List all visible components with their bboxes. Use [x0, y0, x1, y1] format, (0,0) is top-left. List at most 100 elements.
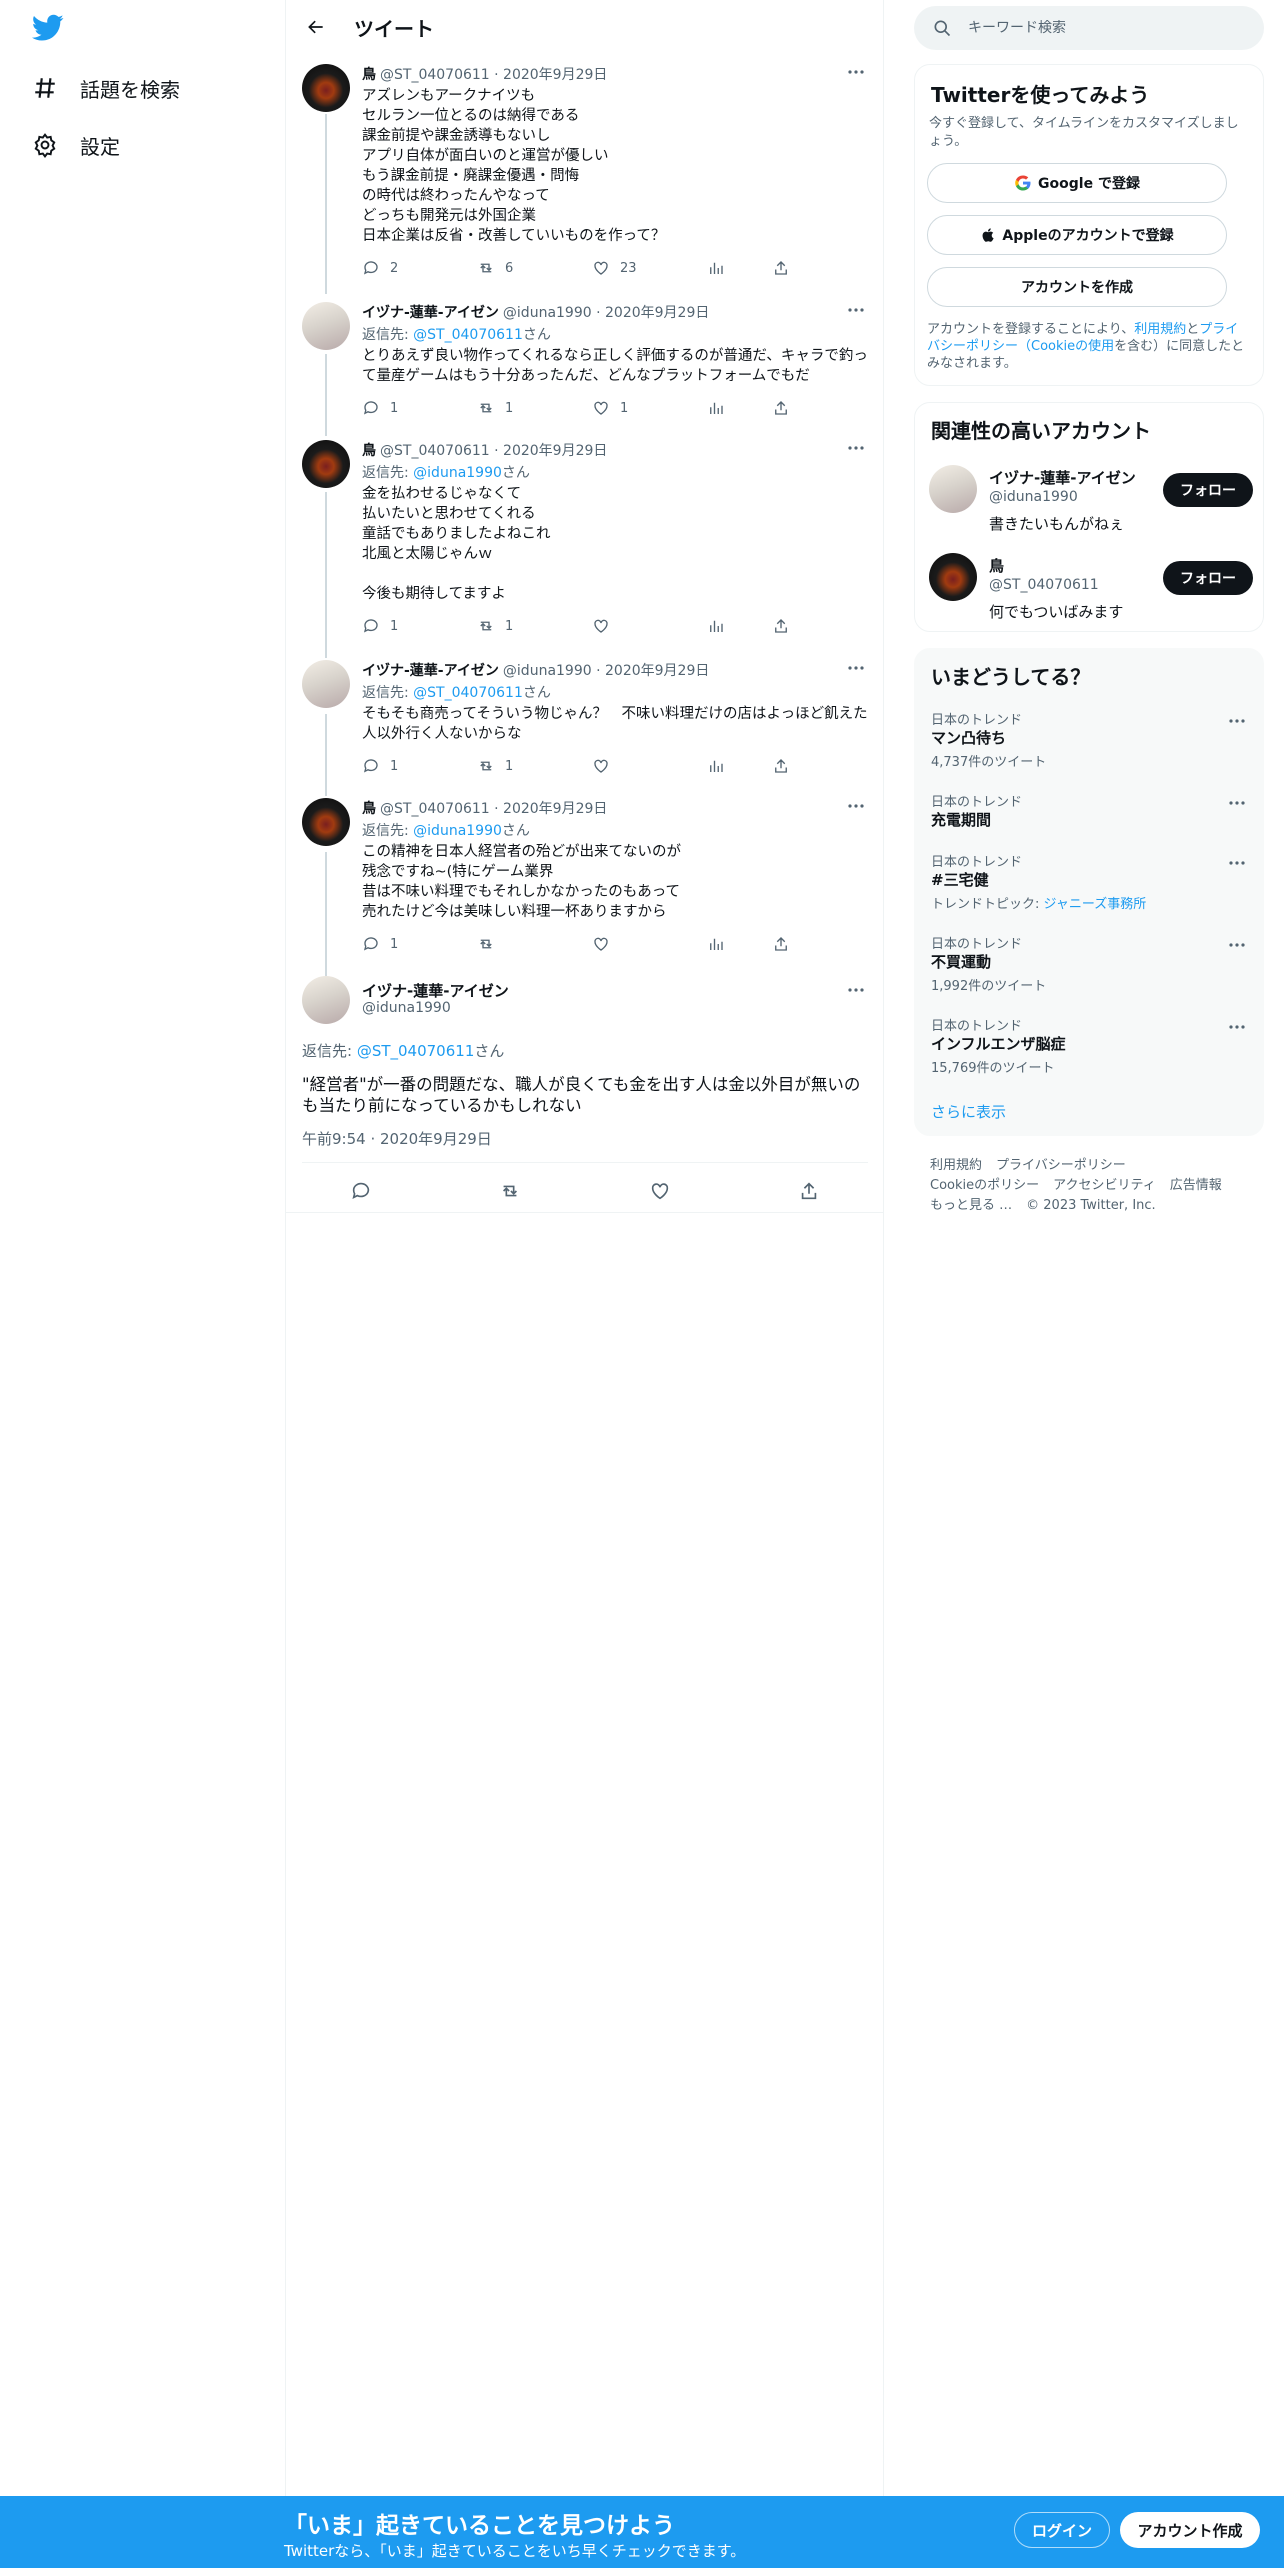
search-box[interactable] [914, 6, 1264, 50]
retweet-button[interactable] [490, 1171, 530, 1211]
follow-button[interactable]: フォロー [1163, 473, 1253, 507]
mention-link[interactable]: @ST_04070611 [413, 327, 523, 343]
avatar[interactable] [302, 64, 350, 112]
show-more-link[interactable]: さらに表示 [931, 1101, 1006, 1122]
account-name[interactable]: 鳥 [989, 555, 1004, 576]
like-button[interactable]: 23 [592, 258, 662, 278]
more-icon[interactable] [844, 658, 868, 678]
mention-link[interactable]: @iduna1990 [413, 465, 502, 481]
retweet-button[interactable]: 1 [477, 616, 547, 636]
avatar[interactable] [302, 660, 350, 708]
reply-button[interactable]: 1 [362, 934, 432, 954]
analytics-button[interactable] [707, 398, 727, 418]
avatar[interactable] [302, 798, 350, 846]
more-icon[interactable] [1225, 711, 1249, 731]
thread-tweet[interactable]: イヅナ-蓮華-アイゼン @iduna1990 · 2020年9月29日 返信先:… [286, 660, 884, 782]
login-button[interactable]: ログイン [1014, 2512, 1110, 2548]
more-icon[interactable] [1225, 935, 1249, 955]
tweet-actions: 1 1 1 [362, 398, 792, 418]
nav-item-explore[interactable]: 話題を検索 [30, 66, 180, 110]
avatar[interactable] [302, 302, 350, 350]
google-signup-button[interactable]: Google で登録 [927, 163, 1227, 203]
trend-item[interactable]: 日本のトレンド 不買運動 1,992件のツイート [931, 933, 1249, 1003]
mention-link[interactable]: @ST_04070611 [357, 1042, 475, 1060]
thread-tweet[interactable]: 鳥 @ST_04070611 · 2020年9月29日 アズレンもアークナイツも… [286, 64, 884, 284]
more-icon[interactable] [844, 300, 868, 320]
reply-button[interactable]: 2 [362, 258, 432, 278]
author-meta: @ST_04070611 · 2020年9月29日 [380, 443, 608, 459]
footer-link-more[interactable]: もっと見る … [930, 1198, 1012, 1213]
author-name[interactable]: イヅナ-蓮華-アイゼン [362, 660, 499, 680]
avatar[interactable] [929, 465, 977, 513]
trend-count: 15,769件のツイート [931, 1061, 1055, 1076]
reply-button[interactable] [341, 1171, 381, 1211]
author-name[interactable]: 鳥 [362, 440, 376, 460]
more-icon[interactable] [844, 62, 868, 82]
retweet-button[interactable]: 1 [477, 756, 547, 776]
tweet-header: イヅナ-蓮華-アイゼン @iduna1990 · 2020年9月29日 [362, 660, 868, 680]
analytics-button[interactable] [707, 258, 727, 278]
share-button[interactable] [772, 398, 792, 418]
tweet-timestamp[interactable]: 午前9:54 · 2020年9月29日 [302, 1128, 492, 1149]
share-button[interactable] [772, 756, 792, 776]
thread-tweet[interactable]: 鳥 @ST_04070611 · 2020年9月29日 返信先: @iduna1… [286, 440, 884, 642]
share-button[interactable] [772, 934, 792, 954]
account-name[interactable]: イヅナ-蓮華-アイゼン [989, 467, 1136, 488]
more-icon[interactable] [1225, 853, 1249, 873]
mention-link[interactable]: @ST_04070611 [413, 685, 523, 701]
reply-button[interactable]: 1 [362, 616, 432, 636]
twitter-logo-icon[interactable] [32, 14, 64, 42]
footer-link-ads[interactable]: 広告情報 [1170, 1178, 1222, 1193]
author-handle[interactable]: @iduna1990 [362, 1000, 451, 1016]
more-icon[interactable] [844, 796, 868, 816]
like-button[interactable] [592, 934, 662, 954]
analytics-button[interactable] [707, 616, 727, 636]
mention-link[interactable]: @iduna1990 [413, 823, 502, 839]
footer-link-terms[interactable]: 利用規約 [930, 1158, 982, 1173]
footer-link-accessibility[interactable]: アクセシビリティ [1053, 1178, 1156, 1193]
analytics-button[interactable] [707, 756, 727, 776]
share-button[interactable] [772, 616, 792, 636]
create-account-button[interactable]: アカウントを作成 [927, 267, 1227, 307]
footer-link-privacy[interactable]: プライバシーポリシー [996, 1158, 1126, 1173]
retweet-button[interactable] [477, 934, 547, 954]
author-name[interactable]: イヅナ-蓮華-アイゼン [362, 302, 499, 322]
apple-signup-button[interactable]: Appleのアカウントで登録 [927, 215, 1227, 255]
avatar[interactable] [302, 976, 350, 1024]
analytics-button[interactable] [707, 934, 727, 954]
signup-button[interactable]: アカウント作成 [1120, 2512, 1260, 2548]
back-button[interactable] [298, 9, 334, 45]
author-name[interactable]: 鳥 [362, 64, 376, 84]
account-item[interactable]: イヅナ-蓮華-アイゼン @iduna1990 書きたいもんがねぇ フォロー [929, 465, 1253, 537]
trend-item[interactable]: 日本のトレンド インフルエンザ脳症 15,769件のツイート [931, 1015, 1249, 1085]
like-button[interactable] [640, 1171, 680, 1211]
follow-button[interactable]: フォロー [1163, 561, 1253, 595]
share-button[interactable] [789, 1171, 829, 1211]
more-icon[interactable] [1225, 1017, 1249, 1037]
footer-link-cookies[interactable]: Cookieのポリシー [930, 1178, 1039, 1193]
reply-button[interactable]: 1 [362, 756, 432, 776]
search-input[interactable] [968, 20, 1248, 36]
avatar[interactable] [302, 440, 350, 488]
retweet-button[interactable]: 6 [477, 258, 547, 278]
author-name[interactable]: イヅナ-蓮華-アイゼン [362, 980, 509, 1001]
account-item[interactable]: 鳥 @ST_04070611 何でもついばみます フォロー [929, 553, 1253, 625]
like-button[interactable]: 1 [592, 398, 662, 418]
retweet-button[interactable]: 1 [477, 398, 547, 418]
more-icon[interactable] [844, 980, 868, 1000]
like-button[interactable] [592, 616, 662, 636]
trend-item[interactable]: 日本のトレンド #三宅健 トレンドトピック: ジャニーズ事務所 [931, 851, 1249, 921]
trend-item[interactable]: 日本のトレンド マン凸待ち 4,737件のツイート [931, 709, 1249, 779]
thread-tweet[interactable]: 鳥 @ST_04070611 · 2020年9月29日 返信先: @iduna1… [286, 798, 884, 960]
reply-button[interactable]: 1 [362, 398, 432, 418]
nav-item-settings[interactable]: 設定 [30, 123, 120, 167]
terms-link[interactable]: 利用規約 [1134, 322, 1186, 337]
like-button[interactable] [592, 756, 662, 776]
more-icon[interactable] [844, 438, 868, 458]
thread-tweet[interactable]: イヅナ-蓮華-アイゼン @iduna1990 · 2020年9月29日 返信先:… [286, 302, 884, 424]
topic-link[interactable]: ジャニーズ事務所 [1044, 897, 1147, 912]
more-icon[interactable] [1225, 793, 1249, 813]
author-name[interactable]: 鳥 [362, 798, 376, 818]
share-button[interactable] [772, 258, 792, 278]
avatar[interactable] [929, 553, 977, 601]
